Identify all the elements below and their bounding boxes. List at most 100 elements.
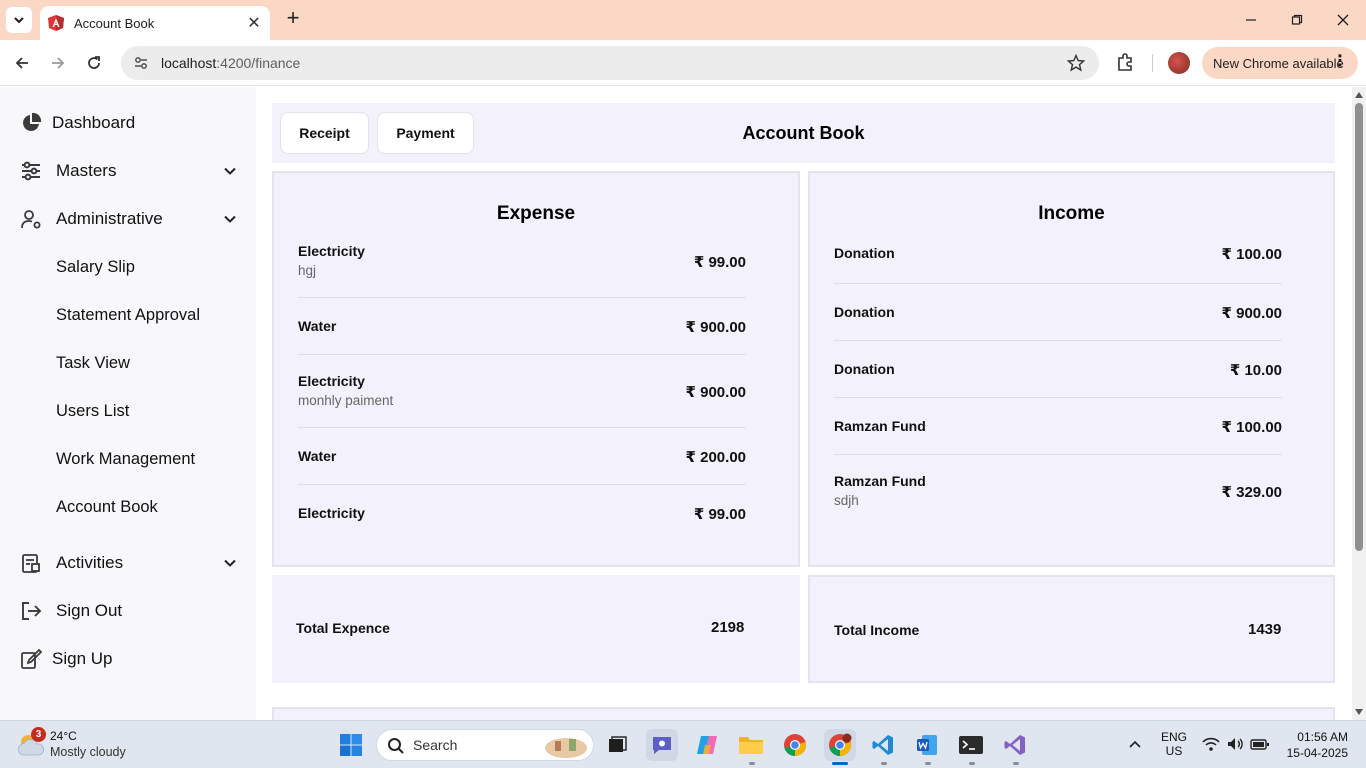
expense-row-amount: ₹ 900.00 (685, 384, 746, 401)
sidebar-item-activities[interactable]: Activities (0, 543, 256, 583)
new-tab-button[interactable]: + (282, 7, 304, 30)
taskbar-terminal[interactable] (955, 729, 987, 761)
battery-icon[interactable] (1250, 737, 1270, 751)
chrome-profile-icon (829, 733, 852, 756)
chevron-down-icon (224, 167, 236, 175)
income-row[interactable]: Donation ₹ 900.00 (834, 284, 1282, 341)
sidebar-item-label: Sign Up (52, 649, 113, 668)
scroll-up-arrow-icon[interactable] (1354, 91, 1364, 99)
browser-tab[interactable]: Account Book ✕ (40, 6, 270, 40)
site-info-icon[interactable] (133, 55, 149, 71)
taskbar-search[interactable]: Search (376, 729, 594, 761)
close-window-button[interactable] (1320, 0, 1366, 40)
bookmark-star-icon[interactable] (1067, 54, 1085, 72)
minimize-icon (1246, 19, 1256, 21)
sidebar: Dashboard Masters Administrative Salary … (0, 87, 256, 720)
more-menu-icon[interactable]: ⋮ (1332, 53, 1348, 71)
chevron-down-icon (224, 559, 236, 567)
task-view-button[interactable] (601, 729, 633, 761)
expense-row-name: Electricity (298, 243, 365, 259)
receipt-button[interactable]: Receipt (280, 112, 369, 154)
taskbar-chrome[interactable] (779, 729, 811, 761)
tab-search-button[interactable] (6, 7, 32, 33)
url-path: :4200/finance (216, 55, 301, 71)
reload-button[interactable] (81, 50, 107, 76)
total-income-label: Total Income (834, 622, 920, 638)
chevron-down-icon (14, 17, 24, 24)
taskbar-search-placeholder: Search (413, 737, 458, 753)
income-row[interactable]: Donation ₹ 100.00 (834, 229, 1282, 284)
profile-avatar[interactable] (1168, 52, 1190, 74)
income-row-amount: ₹ 10.00 (1229, 362, 1282, 379)
address-bar[interactable]: localhost:4200/finance (121, 46, 1099, 80)
language-indicator[interactable]: ENG US (1158, 730, 1190, 758)
task-view-icon (609, 736, 627, 752)
scrollbar-thumb[interactable] (1355, 103, 1363, 551)
sign-up-icon (21, 648, 42, 669)
taskbar-chrome-profile[interactable] (824, 729, 856, 761)
sidebar-subitem-account-book[interactable]: Account Book (56, 492, 158, 522)
running-indicator (969, 762, 975, 765)
activity-icon (22, 554, 40, 573)
toolbar-separator (1152, 54, 1153, 72)
income-row-note: sdjh (834, 493, 859, 508)
expense-title: Expense (496, 203, 576, 224)
back-button[interactable] (9, 50, 35, 76)
chevron-up-icon[interactable] (1128, 739, 1142, 749)
main-content: Account Book Receipt Payment Expense Ele… (256, 87, 1352, 727)
sidebar-item-sign-out[interactable]: Sign Out (0, 591, 256, 631)
payment-button[interactable]: Payment (377, 112, 474, 154)
tab-title: Account Book (74, 15, 155, 31)
sidebar-item-dashboard[interactable]: Dashboard (0, 103, 256, 143)
active-app-indicator (832, 762, 848, 765)
chrome-update-button[interactable]: New Chrome available ⋮ (1202, 47, 1358, 79)
income-row-amount: ₹ 900.00 (1221, 305, 1282, 322)
income-row[interactable]: Donation ₹ 10.00 (834, 341, 1282, 398)
sidebar-subitem-work-management[interactable]: Work Management (56, 444, 195, 474)
sidebar-item-label: Dashboard (52, 113, 136, 132)
expense-row[interactable]: Water ₹ 200.00 (298, 428, 746, 485)
system-clock[interactable]: 01:56 AM 15-04-2025 (1287, 729, 1348, 761)
expense-row-amount: ₹ 200.00 (685, 449, 746, 466)
clock-date: 15-04-2025 (1286, 746, 1348, 760)
scroll-down-arrow-icon[interactable] (1354, 708, 1364, 716)
income-row[interactable]: Ramzan Fund ₹ 100.00 (834, 398, 1282, 455)
sidebar-subitem-statement-approval[interactable]: Statement Approval (56, 300, 200, 330)
extensions-icon[interactable] (1114, 52, 1136, 74)
sidebar-item-sign-up[interactable]: Sign Up (0, 639, 256, 679)
income-title: Income (1038, 203, 1105, 224)
forward-button[interactable] (45, 50, 71, 76)
running-indicator (925, 762, 931, 765)
language-code: ENG (1160, 730, 1187, 744)
volume-icon[interactable] (1226, 736, 1244, 752)
expense-row[interactable]: Electricity monhly paiment ₹ 900.00 (298, 355, 746, 428)
chevron-down-icon (224, 215, 236, 223)
expense-row-name: Water (298, 318, 337, 334)
taskbar-copilot-app[interactable] (691, 729, 723, 761)
restore-button[interactable] (1274, 0, 1320, 40)
sidebar-item-administrative[interactable]: Administrative (0, 199, 256, 239)
page-scrollbar[interactable] (1352, 87, 1366, 720)
sidebar-subitem-salary-slip[interactable]: Salary Slip (56, 252, 135, 282)
close-tab-icon[interactable]: ✕ (246, 13, 262, 33)
expense-row[interactable]: Electricity hgj ₹ 99.00 (298, 239, 746, 298)
taskbar-word[interactable] (911, 729, 943, 761)
taskbar-vscode[interactable] (867, 729, 899, 761)
minimize-button[interactable] (1228, 0, 1274, 40)
expense-row[interactable]: Water ₹ 900.00 (298, 298, 746, 355)
expense-row[interactable]: Electricity ₹ 99.00 (298, 485, 746, 545)
sidebar-subitem-users-list[interactable]: Users List (56, 396, 129, 426)
taskbar-file-explorer[interactable] (735, 729, 767, 761)
wifi-icon[interactable] (1202, 736, 1220, 752)
start-button[interactable] (335, 729, 367, 761)
expense-row-note: hgj (298, 263, 317, 278)
income-row[interactable]: Ramzan Fund sdjh ₹ 329.00 (834, 455, 1282, 529)
sidebar-subitem-task-view[interactable]: Task View (56, 348, 130, 378)
income-row-amount: ₹ 100.00 (1221, 419, 1282, 436)
taskbar-chat-app[interactable] (646, 729, 678, 761)
taskbar-visual-studio[interactable] (999, 729, 1031, 761)
reload-icon (88, 56, 100, 69)
sidebar-item-masters[interactable]: Masters (0, 151, 256, 191)
running-indicator (749, 762, 755, 765)
page-header: Account Book Receipt Payment (272, 103, 1335, 163)
